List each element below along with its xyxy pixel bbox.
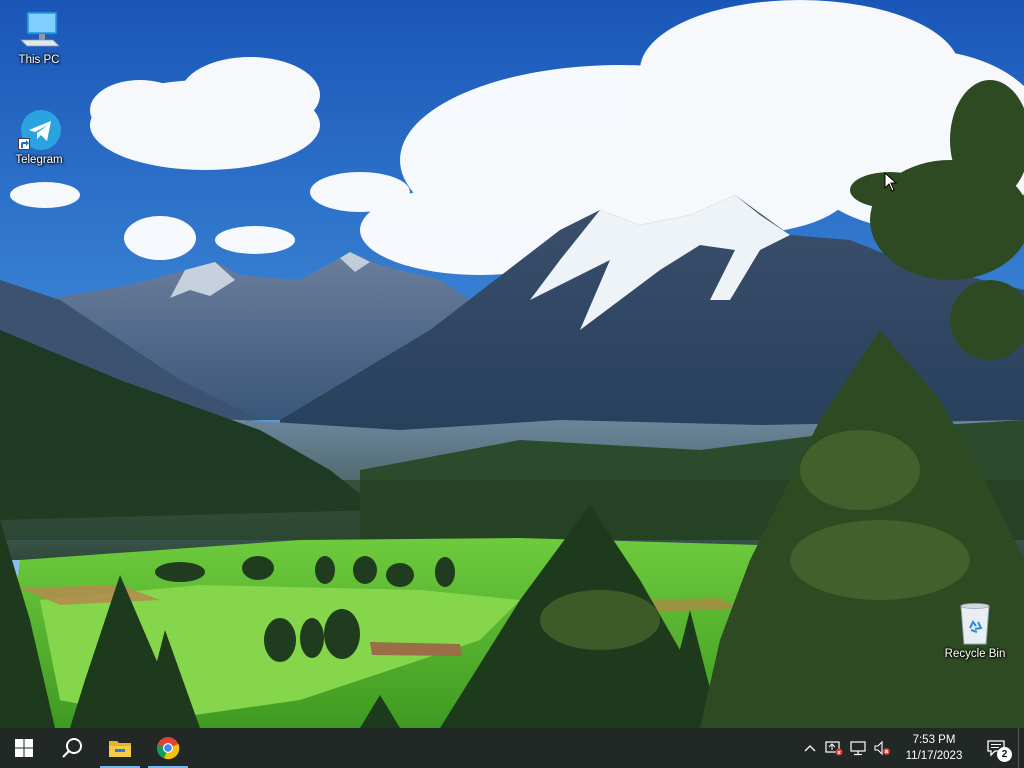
shortcut-arrow-icon (18, 138, 30, 150)
desktop-wallpaper (0, 0, 1024, 768)
file-explorer-icon (109, 741, 131, 757)
this-pc-icon (16, 8, 62, 52)
volume-muted-icon (874, 740, 890, 756)
defender-warning-icon: x (825, 741, 843, 756)
desktop-icon-label: Telegram (15, 154, 63, 166)
clock-time: 7:53 PM (912, 734, 956, 746)
desktop-icon-label: This PC (18, 54, 60, 66)
system-tray: x 7:53 PM 11/17/2023 2 (798, 728, 1024, 768)
notification-count-badge: 2 (997, 747, 1012, 762)
search-icon (62, 738, 82, 758)
start-button[interactable] (0, 728, 48, 768)
show-desktop-button[interactable] (1018, 728, 1024, 768)
taskbar-clock[interactable]: 7:53 PM 11/17/2023 (894, 728, 974, 768)
taskbar-file-explorer[interactable] (96, 728, 144, 768)
desktop-icon-label: Recycle Bin (944, 648, 1006, 660)
desktop-icon-this-pc[interactable]: This PC (7, 8, 71, 66)
network-icon (850, 741, 866, 756)
action-center-button[interactable]: 2 (974, 728, 1018, 768)
taskbar: x 7:53 PM 11/17/2023 2 (0, 728, 1024, 768)
svg-text:x: x (837, 750, 841, 756)
clock-date: 11/17/2023 (905, 750, 963, 762)
recycle-bin-icon (952, 602, 998, 646)
show-hidden-icons-button[interactable] (798, 728, 822, 768)
windows-logo-icon (15, 739, 33, 757)
tray-windows-security[interactable]: x (822, 728, 846, 768)
telegram-icon (16, 108, 62, 152)
chrome-icon (156, 737, 180, 760)
search-button[interactable] (48, 728, 96, 768)
desktop-icon-recycle-bin[interactable]: Recycle Bin (943, 602, 1007, 660)
desktop-icon-telegram[interactable]: Telegram (7, 108, 71, 166)
mouse-cursor-icon (884, 172, 898, 192)
taskbar-chrome[interactable] (144, 728, 192, 768)
tray-volume[interactable] (870, 728, 894, 768)
tray-network[interactable] (846, 728, 870, 768)
chevron-up-icon (804, 745, 816, 752)
